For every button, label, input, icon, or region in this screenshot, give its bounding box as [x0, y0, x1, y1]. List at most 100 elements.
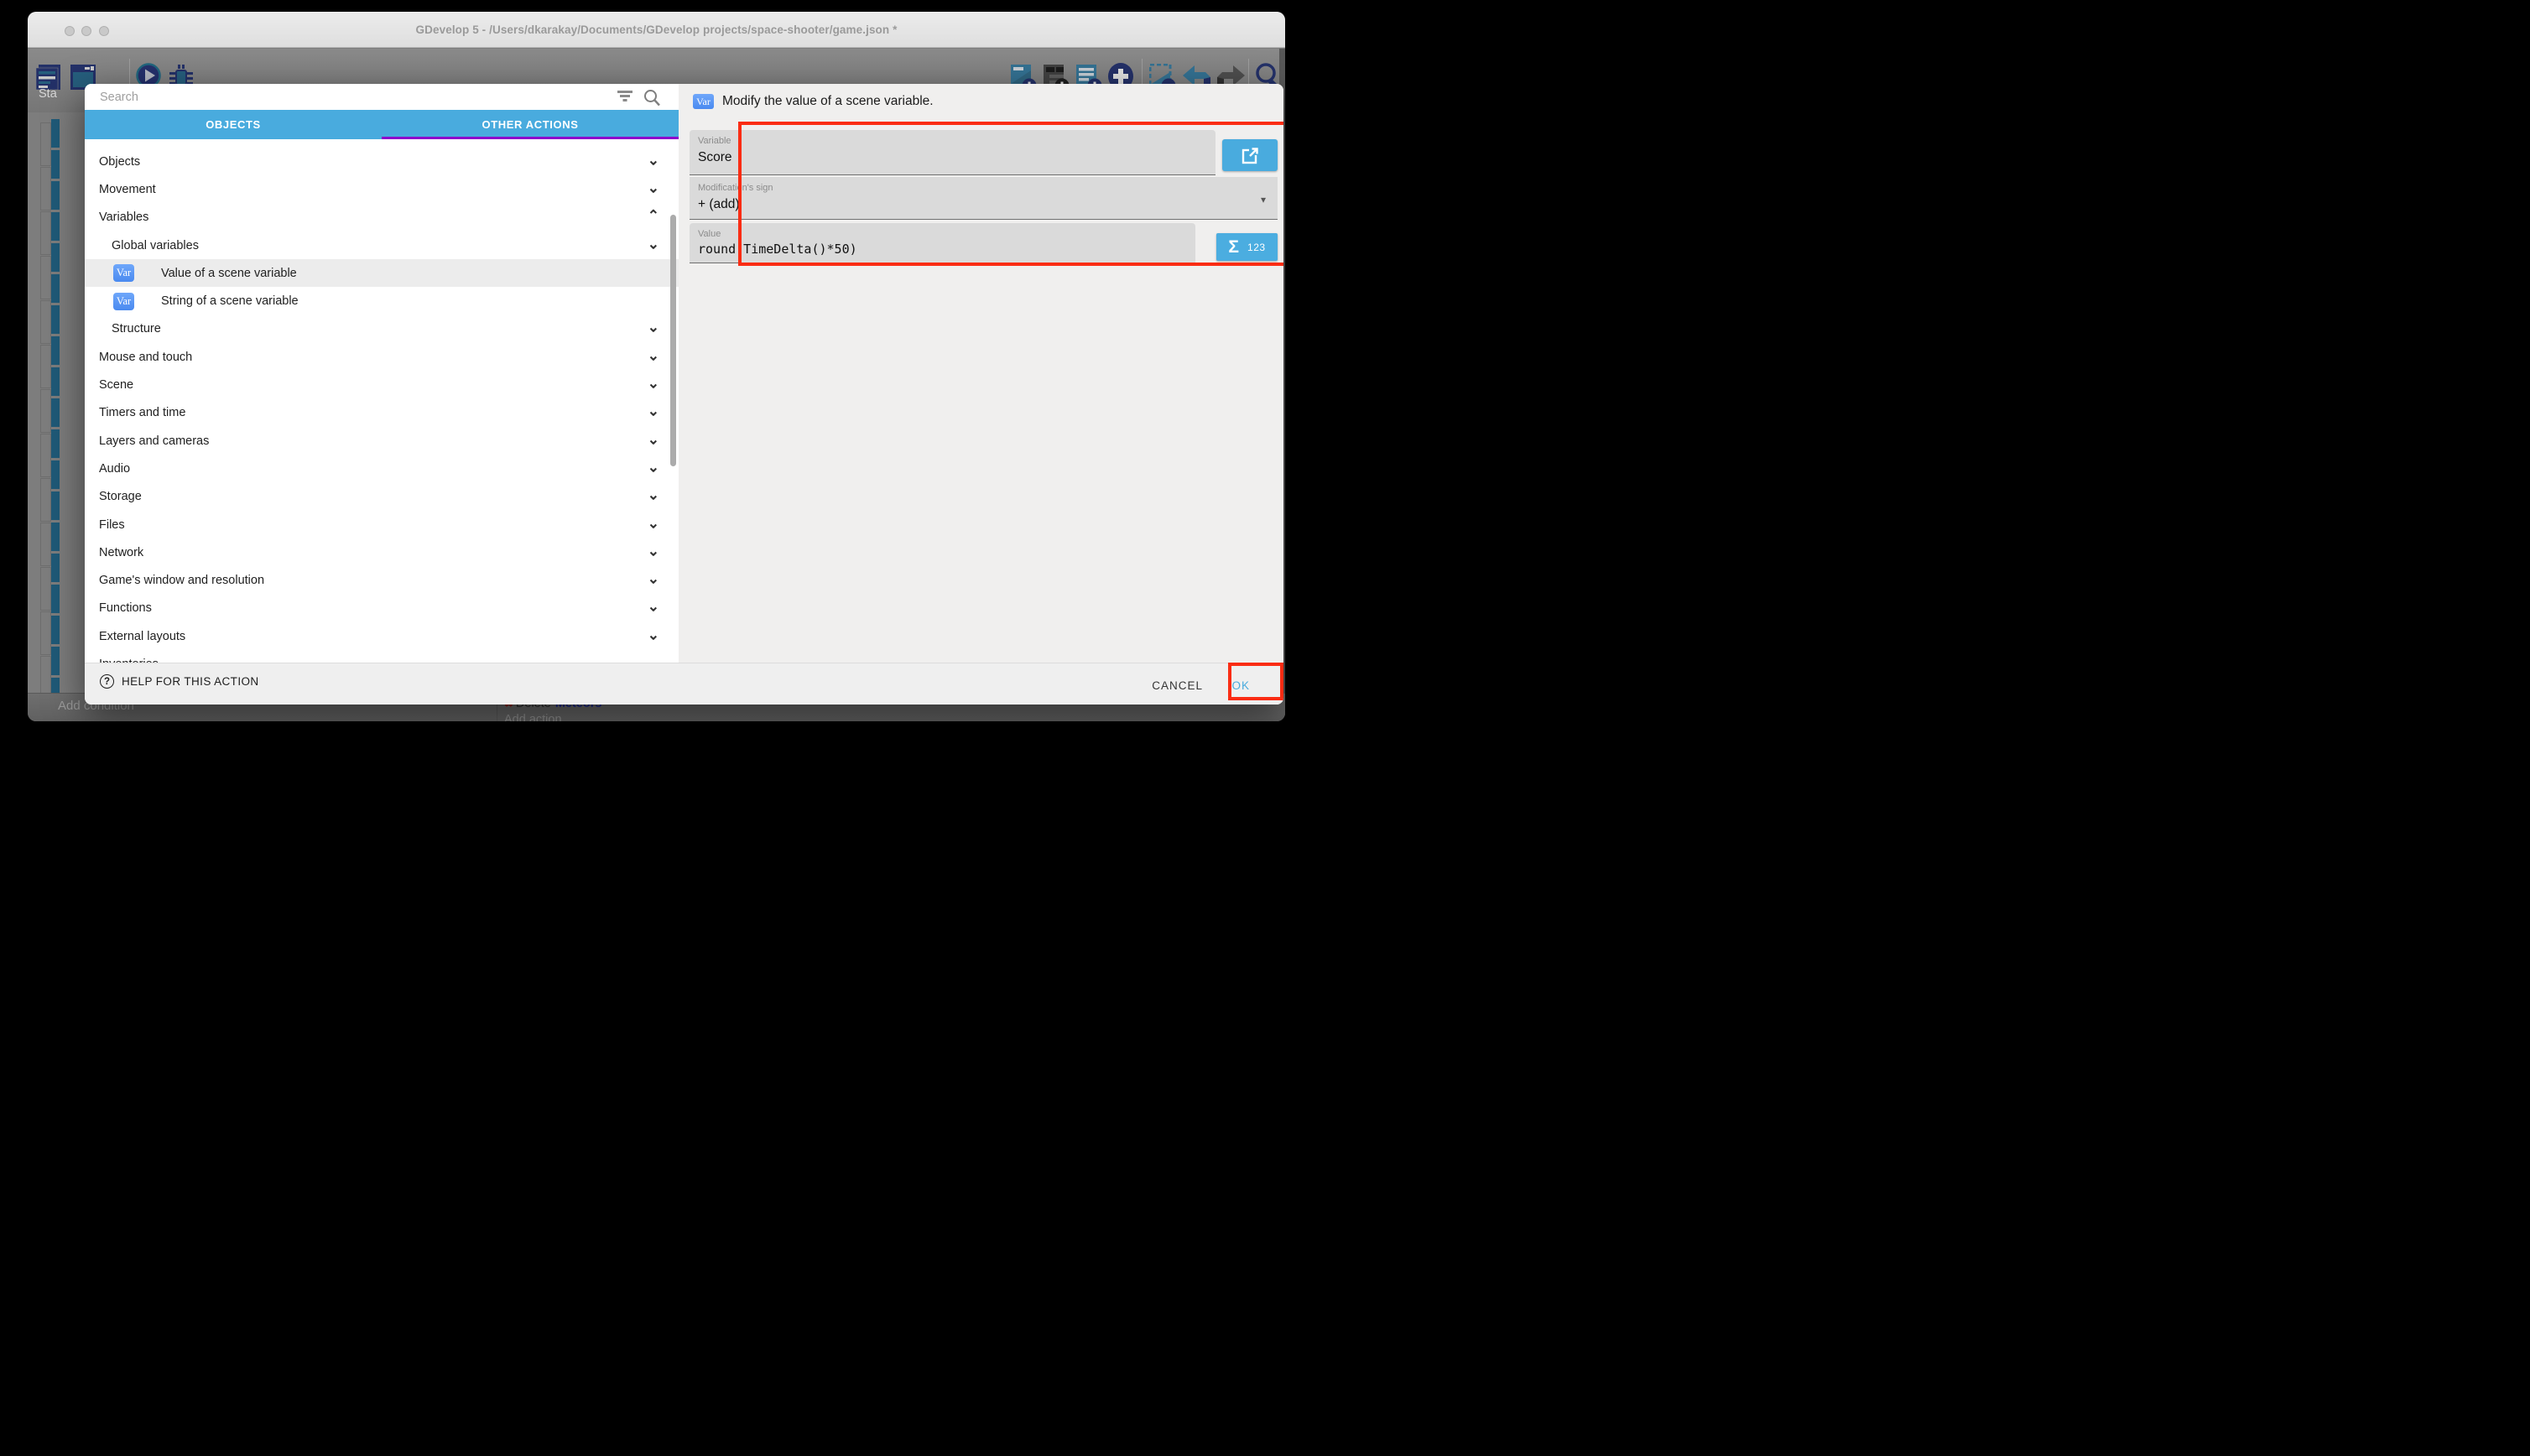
var-icon: Var	[693, 94, 714, 109]
cancel-button[interactable]: CANCEL	[1143, 674, 1211, 697]
action-chooser-panel: OBJECTS OTHER ACTIONS Objects⌄Movement⌄V…	[85, 84, 679, 663]
chevron-down-icon: ⌄	[648, 543, 659, 559]
list-item-scene[interactable]: Scene⌄	[85, 371, 679, 398]
add-action-link[interactable]: Add action	[504, 713, 601, 721]
chevron-down-icon: ⌄	[648, 431, 659, 448]
event-condition-cell	[40, 523, 51, 566]
list-item-structure[interactable]: Structure⌄	[85, 315, 679, 343]
list-item-label: Files	[99, 518, 125, 532]
list-item-mouse-and-touch[interactable]: Mouse and touch ⌄	[85, 343, 679, 371]
tab-other-actions[interactable]: OTHER ACTIONS	[382, 110, 679, 139]
event-row-edge	[51, 336, 60, 365]
dialog-footer: ? HELP FOR THIS ACTION CANCEL OK	[85, 663, 1283, 705]
panel-header: Var Modify the value of a scene variable…	[693, 94, 934, 109]
list-item-movement[interactable]: Movement⌄	[85, 175, 679, 203]
list-item-audio[interactable]: Audio ⌄	[85, 455, 679, 482]
screenshot-canvas: GDevelop 5 - /Users/dkarakay/Documents/G…	[0, 0, 1315, 757]
event-row-edge	[51, 150, 60, 179]
chevron-down-icon: ⌄	[648, 459, 659, 476]
event-row-edge	[51, 274, 60, 303]
list-item-timers-and-time[interactable]: Timers and time ⌄	[85, 399, 679, 427]
event-condition-cell	[40, 300, 51, 344]
list-item-inventories[interactable]: Inventories⌄	[85, 650, 679, 663]
variable-field-label: Variable	[698, 136, 731, 146]
event-condition-cell	[40, 567, 51, 611]
event-condition-cell	[40, 611, 51, 655]
list-item-storage[interactable]: Storage⌄	[85, 483, 679, 511]
tabs-bar: OBJECTS OTHER ACTIONS	[85, 110, 679, 139]
annotation-rectangle-form	[738, 122, 1283, 266]
event-row-edge	[51, 491, 60, 520]
event-condition-cell	[40, 211, 51, 255]
list-scrollbar[interactable]	[670, 215, 676, 466]
chevron-down-icon: ⌄	[648, 236, 659, 252]
event-row-edge	[51, 523, 60, 551]
zoom-window-icon[interactable]	[99, 26, 109, 36]
list-item-functions[interactable]: Functions⌄	[85, 595, 679, 622]
chevron-down-icon: ⌄	[648, 347, 659, 364]
chevron-down-icon: ⌄	[648, 179, 659, 196]
list-item-objects[interactable]: Objects ⌄	[85, 148, 679, 175]
event-row-edge	[51, 398, 60, 427]
chevron-down-icon: ⌄	[648, 320, 659, 336]
list-item-network[interactable]: Network⌄	[85, 538, 679, 566]
list-item-value-of-a-scene-variable[interactable]: VarValue of a scene variable	[85, 259, 679, 287]
action-title: Modify the value of a scene variable.	[722, 94, 934, 109]
event-row-edge	[51, 243, 60, 272]
action-editor-dialog: OBJECTS OTHER ACTIONS Objects⌄Movement⌄V…	[85, 84, 1283, 705]
event-row-edge	[51, 367, 60, 396]
events-sheet-left-edge	[28, 106, 70, 693]
list-item-game-s-window-and-resolution[interactable]: Game's window and resolution⌄	[85, 566, 679, 594]
minimize-window-icon[interactable]	[81, 26, 91, 36]
filter-icon[interactable]	[617, 91, 632, 102]
search-input[interactable]	[98, 86, 635, 107]
list-item-label: Objects	[99, 155, 140, 169]
event-row-edge	[51, 616, 60, 644]
chevron-down-icon: ⌄	[648, 152, 659, 169]
event-row-edge	[51, 460, 60, 489]
gdevelop-window: GDevelop 5 - /Users/dkarakay/Documents/G…	[28, 12, 1285, 721]
event-condition-cell	[40, 389, 51, 433]
list-item-global-variables[interactable]: Global variables⌄	[85, 231, 679, 259]
var-icon: Var	[113, 264, 134, 282]
event-row-edge	[51, 429, 60, 458]
chevron-down-icon: ⌄	[648, 654, 659, 663]
list-item-string-of-a-scene-variable[interactable]: VarString of a scene variable	[85, 287, 679, 315]
annotation-rectangle-ok	[1228, 663, 1283, 700]
chevron-down-icon: ⌄	[648, 487, 659, 504]
event-condition-cell	[40, 434, 51, 477]
list-item-files[interactable]: Files ⌄	[85, 511, 679, 538]
event-row-edge	[51, 647, 60, 675]
variable-field-value: Score	[698, 150, 732, 165]
event-row-edge	[51, 585, 60, 613]
list-item-label: Audio	[99, 462, 130, 476]
chevron-down-icon: ⌄	[648, 599, 659, 616]
chevron-down-icon: ⌄	[648, 570, 659, 587]
window-titlebar: GDevelop 5 - /Users/dkarakay/Documents/G…	[28, 12, 1285, 48]
chevron-down-icon: ⌄	[648, 515, 659, 532]
help-button[interactable]: ? HELP FOR THIS ACTION	[100, 674, 259, 689]
action-category-list: Objects⌄Movement⌄Variables⌃Global variab…	[85, 139, 679, 663]
close-window-icon[interactable]	[65, 26, 75, 36]
list-item-layers-and-cameras[interactable]: Layers and cameras ⌄	[85, 427, 679, 455]
event-condition-cell	[40, 345, 51, 388]
list-item-label: Variables	[99, 211, 148, 224]
event-condition-cell	[40, 167, 51, 211]
chevron-down-icon: ⌄	[648, 403, 659, 420]
sign-field-value: + (add)	[698, 197, 740, 212]
list-item-variables[interactable]: Variables ⌃	[85, 204, 679, 231]
event-condition-cell	[40, 122, 51, 166]
search-bar	[85, 84, 679, 110]
tab-objects[interactable]: OBJECTS	[85, 110, 382, 139]
chevron-up-icon: ⌃	[648, 208, 659, 225]
help-icon: ?	[100, 674, 114, 689]
search-icon[interactable]	[643, 89, 660, 107]
list-item-external-layouts[interactable]: External layouts⌄	[85, 622, 679, 650]
list-item-label: Scene	[99, 378, 133, 392]
list-item-label: Timers and time	[99, 406, 185, 419]
list-item-label: Mouse and touch	[99, 351, 192, 364]
value-field-label: Value	[698, 229, 721, 239]
event-row-edge	[51, 554, 60, 582]
list-item-label: Layers and cameras	[99, 434, 209, 448]
chevron-down-icon: ⌄	[648, 627, 659, 643]
